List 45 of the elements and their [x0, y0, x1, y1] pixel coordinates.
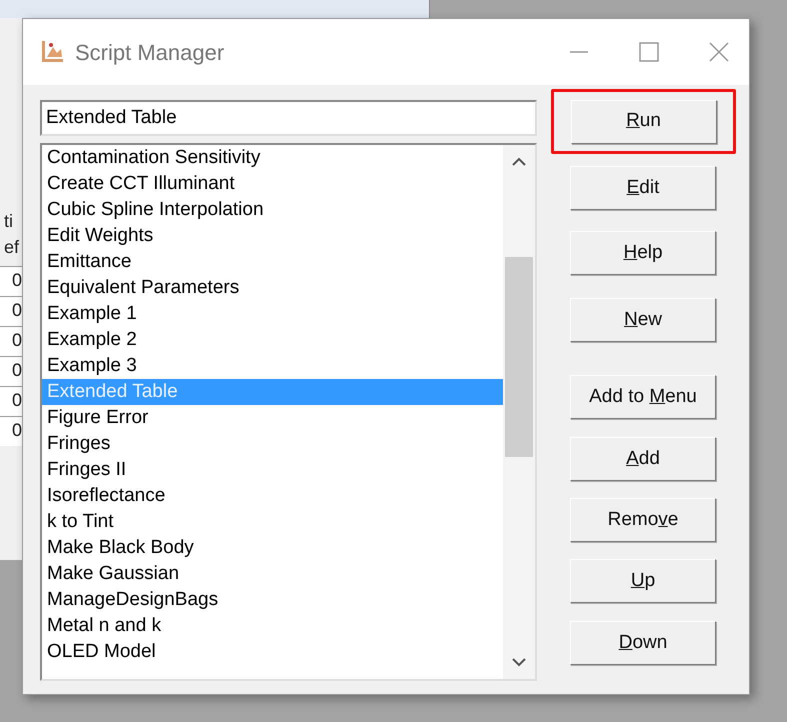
action-button[interactable]: Add to Menu [570, 375, 716, 419]
script-item[interactable]: Example 1 [42, 301, 503, 327]
background-cell: 0 [0, 326, 22, 356]
script-item[interactable]: Example 3 [42, 353, 503, 379]
action-button[interactable]: Down [570, 621, 716, 665]
background-cell: 0 [0, 416, 22, 446]
scrollbar-thumb[interactable] [505, 257, 533, 457]
action-button[interactable]: Up [570, 559, 716, 603]
action-button[interactable]: Remove [570, 498, 716, 542]
maximize-icon[interactable] [639, 42, 659, 62]
scrollbar[interactable] [503, 145, 535, 679]
script-item[interactable]: Make Black Body [42, 535, 503, 561]
action-button[interactable]: New [570, 298, 716, 342]
script-item[interactable]: Cubic Spline Interpolation [42, 197, 503, 223]
scroll-down-icon[interactable] [512, 657, 526, 667]
script-name-field[interactable]: Extended Table [40, 100, 537, 136]
background-text: ef [3, 236, 20, 259]
app-logo-icon [39, 39, 65, 65]
background-cell: 0 [0, 356, 22, 386]
script-item[interactable]: OLED Model [42, 639, 503, 665]
scroll-up-icon[interactable] [512, 157, 526, 167]
action-button[interactable]: Edit [570, 166, 716, 210]
window-title: Script Manager [75, 38, 224, 67]
script-item[interactable]: Fringes II [42, 457, 503, 483]
script-item[interactable]: Emittance [42, 249, 503, 275]
script-item[interactable]: Metal n and k [42, 613, 503, 639]
background-text: ti [3, 210, 14, 233]
action-button[interactable]: Run [570, 100, 716, 144]
script-item[interactable]: ManageDesignBags [42, 587, 503, 613]
background-cell: 0 [0, 386, 22, 416]
script-item[interactable]: Make Gaussian [42, 561, 503, 587]
script-item[interactable]: Edit Weights [42, 223, 503, 249]
background-cell: 0 [0, 296, 22, 326]
script-item[interactable]: k to Tint [42, 509, 503, 535]
script-item[interactable]: Isoreflectance [42, 483, 503, 509]
action-button[interactable]: Add [570, 437, 716, 481]
close-icon[interactable] [709, 42, 729, 62]
script-item[interactable]: Fringes [42, 431, 503, 457]
action-button[interactable]: Help [570, 231, 716, 275]
script-item[interactable]: Example 2 [42, 327, 503, 353]
script-item[interactable]: Figure Error [42, 405, 503, 431]
script-item[interactable]: Create CCT Illuminant [42, 171, 503, 197]
background-cell: 0 [0, 266, 22, 296]
script-item[interactable]: Equivalent Parameters [42, 275, 503, 301]
script-item[interactable]: Contamination Sensitivity [42, 145, 503, 171]
